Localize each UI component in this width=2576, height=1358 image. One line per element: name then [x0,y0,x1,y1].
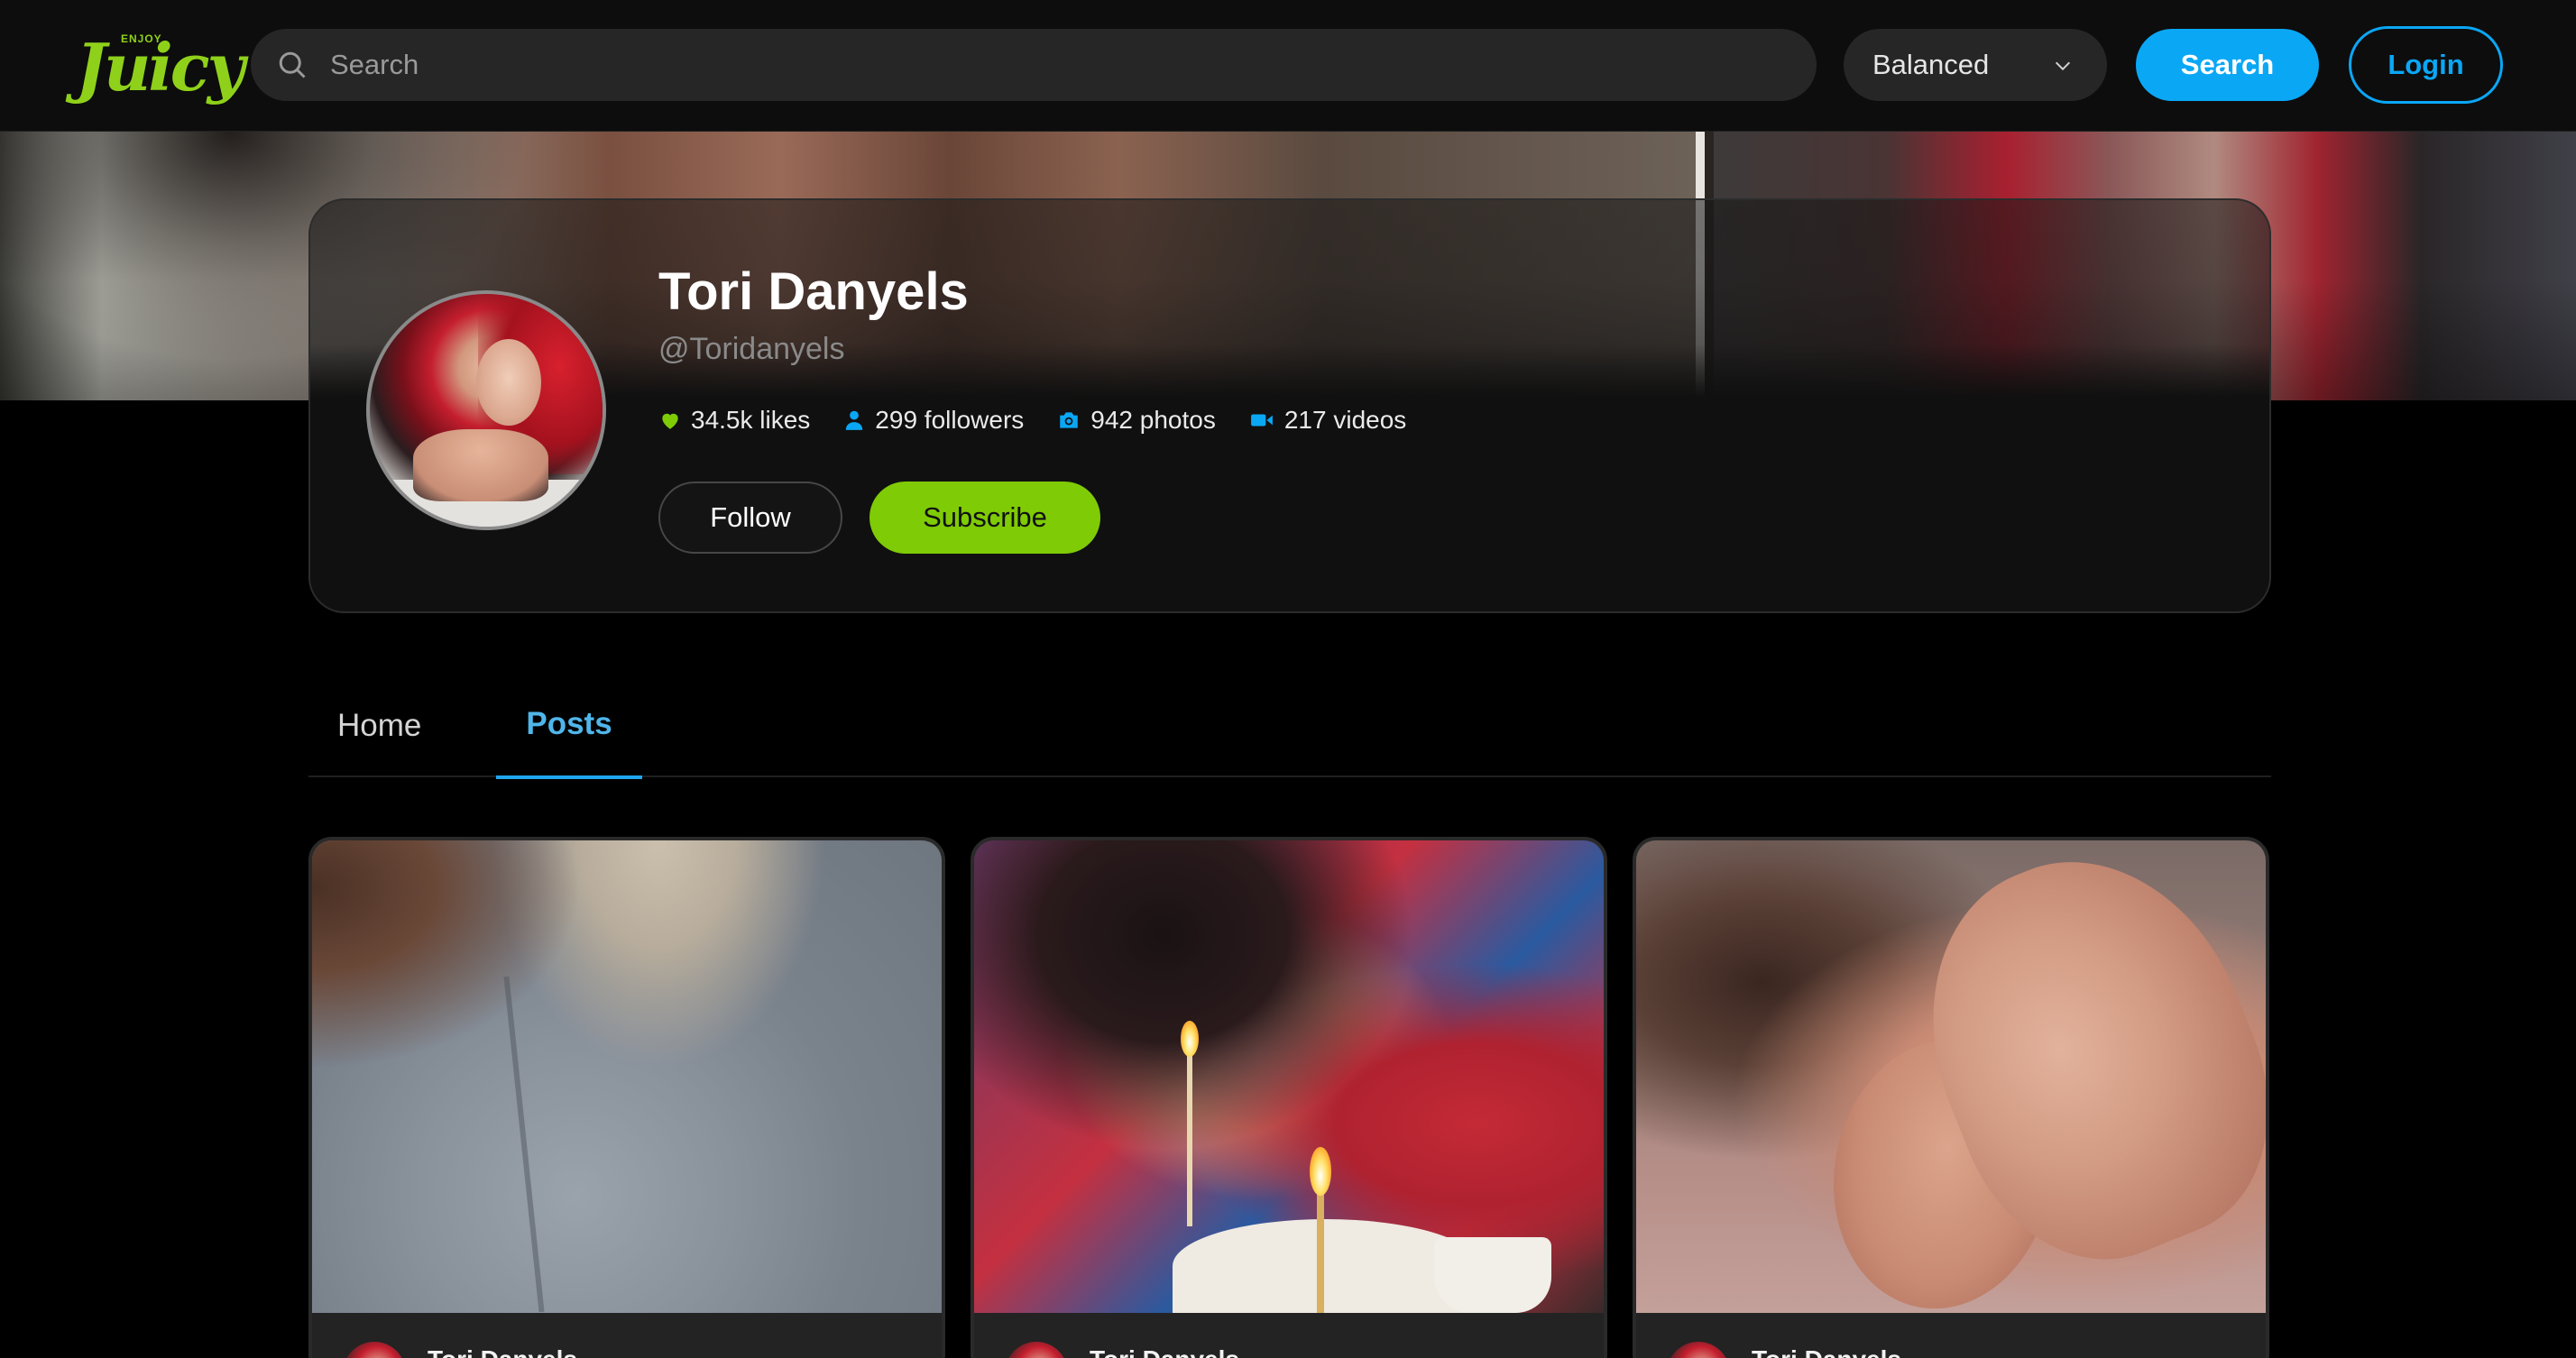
post-author[interactable]: Tori Danyels [1090,1345,1239,1358]
quality-select-value: Balanced [1872,49,1990,80]
post-footer: Tori Danyels [1636,1313,2266,1358]
post-image[interactable] [1636,840,2266,1326]
heart-icon [662,413,678,429]
stat-likes: 34.5k likes [658,406,810,435]
stat-likes-label: 34.5k likes [691,406,811,434]
search-icon [279,51,306,78]
search-button[interactable]: Search [2136,29,2319,101]
stat-photos: 942 photos [1056,406,1216,435]
post-author[interactable]: Tori Danyels [1752,1345,1901,1358]
profile-handle: @Toridanyels [658,332,845,366]
profile-avatar[interactable] [366,290,606,530]
avatar[interactable] [1005,1342,1068,1358]
profile-card: Tori Danyels @Toridanyels 34.5k likes 29… [308,198,2271,613]
profile-tabs: Home Posts [308,667,2271,779]
chevron-down-icon [2055,61,2071,71]
post-footer: Tori Danyels [974,1313,1604,1358]
tab-posts[interactable]: Posts [496,667,642,779]
search-input[interactable] [330,29,1791,101]
top-header: ENJOY Juicy Balanced Search Login [0,0,2576,132]
subscribe-button[interactable]: Subscribe [869,482,1100,554]
stat-videos: 217 videos [1248,406,1406,435]
video-icon [1250,414,1273,427]
user-icon [846,410,863,430]
camera-icon [1060,412,1079,428]
stat-photos-label: 942 photos [1090,406,1216,434]
login-button[interactable]: Login [2349,26,2503,104]
search-bar[interactable] [251,29,1817,101]
post-author[interactable]: Tori Danyels [428,1345,577,1358]
post-image[interactable] [974,840,1604,1313]
tab-home[interactable]: Home [337,667,421,777]
stat-followers: 299 followers [842,406,1024,435]
page: ENJOY Juicy Balanced Search Login Tori D [0,0,2576,1358]
profile-stats: 34.5k likes 299 followers 942 photos 217… [658,402,1439,438]
stat-followers-label: 299 followers [875,406,1025,434]
logo-text: Juicy [76,29,244,106]
avatar[interactable] [343,1342,406,1358]
site-logo[interactable]: ENJOY Juicy [76,23,244,106]
post-card[interactable]: Tori Danyels [971,837,1607,1358]
post-card[interactable]: Tori Danyels [308,837,945,1358]
stat-videos-label: 217 videos [1283,406,1407,434]
avatar[interactable] [1667,1342,1730,1358]
post-image[interactable] [312,840,942,1313]
quality-select[interactable]: Balanced [1844,29,2107,101]
post-card[interactable]: Tori Danyels [1633,837,2269,1358]
follow-button[interactable]: Follow [658,482,842,554]
post-footer: Tori Danyels [312,1313,942,1358]
profile-name: Tori Danyels [658,262,969,321]
